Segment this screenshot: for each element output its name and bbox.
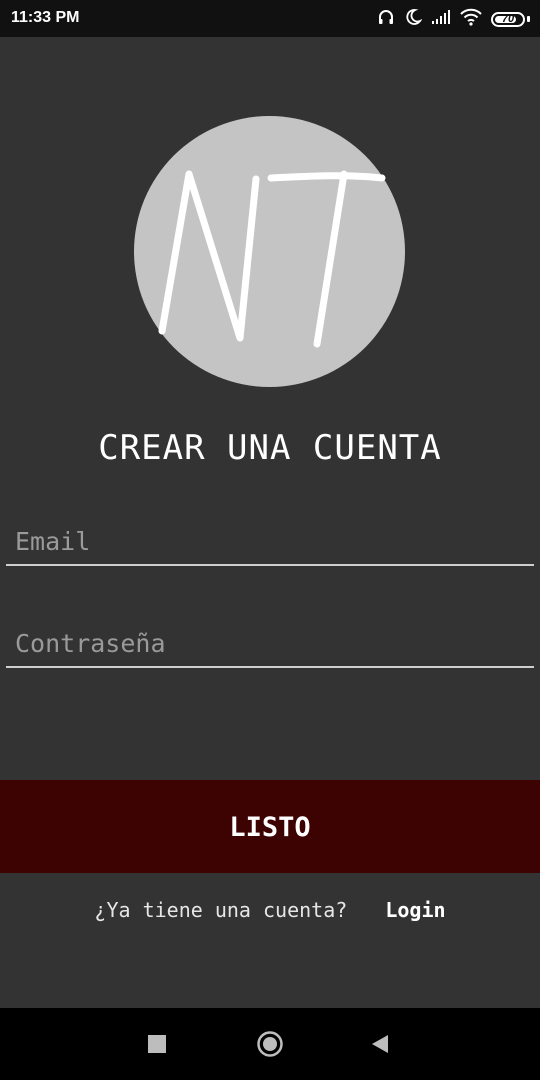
recents-square-icon[interactable] — [142, 1029, 172, 1059]
home-circle-icon[interactable] — [255, 1029, 285, 1059]
app-logo: NT — [134, 116, 405, 387]
moon-icon — [404, 8, 423, 30]
back-triangle-icon[interactable] — [365, 1029, 395, 1059]
email-field[interactable] — [6, 518, 534, 564]
battery-icon: 70 — [491, 11, 525, 27]
password-field-wrapper — [6, 620, 534, 668]
status-icons: 70 — [377, 8, 530, 30]
page-title: CREAR UNA CUENTA — [98, 428, 442, 468]
login-prompt: ¿Ya tiene una cuenta? — [94, 898, 348, 922]
login-row: ¿Ya tiene una cuenta? Login — [0, 898, 540, 922]
status-time: 11:33 PM — [11, 9, 80, 26]
login-link[interactable]: Login — [385, 898, 445, 922]
navigation-bar — [0, 1008, 540, 1080]
status-bar: 11:33 PM 70 — [0, 0, 540, 37]
signal-icon — [431, 9, 451, 29]
wifi-icon — [460, 8, 482, 30]
headphones-icon — [377, 8, 395, 30]
battery-nub — [527, 16, 530, 22]
password-field[interactable] — [6, 620, 534, 666]
battery-level: 70 — [501, 13, 515, 25]
email-field-wrapper — [6, 518, 534, 566]
submit-button[interactable]: LISTO — [0, 780, 540, 873]
